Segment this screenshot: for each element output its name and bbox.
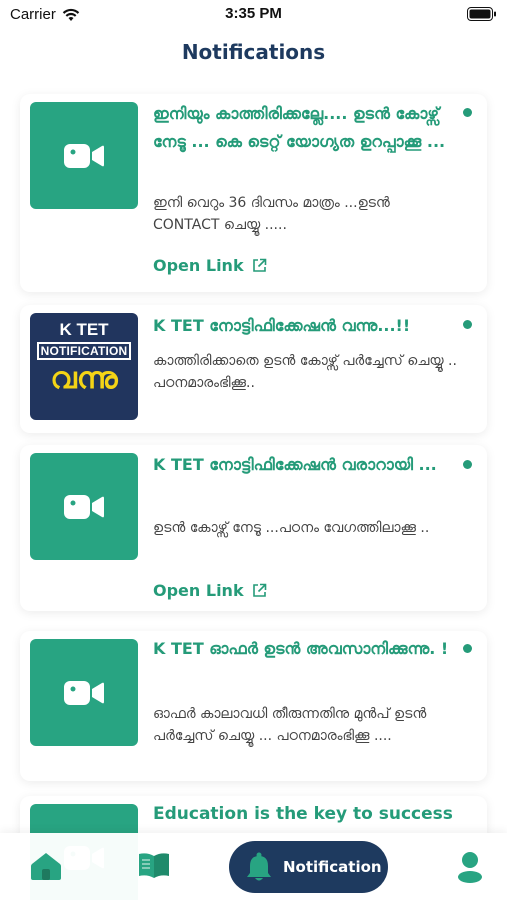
battery-icon <box>467 7 496 21</box>
notification-title: K TET നോട്ടിഫിക്കേഷൻ വന്നു...!! <box>153 316 411 335</box>
notification-card[interactable]: K TET NOTIFICATION വന്നു K TET നോട്ടിഫിക… <box>20 305 487 433</box>
book-icon <box>139 853 169 878</box>
nav-courses[interactable] <box>136 849 172 883</box>
video-camera-icon <box>64 143 104 168</box>
notification-title: Education is the key to success <box>153 804 453 824</box>
nav-profile[interactable] <box>452 849 488 885</box>
video-camera-icon <box>64 680 104 705</box>
open-link[interactable]: Open Link <box>153 256 267 275</box>
notification-body: ഉടൻ കോഴ്സ് നേടൂ ...പഠനം വേഗത്തിലാക്കൂ .. <box>153 520 430 536</box>
nav-home[interactable] <box>28 849 64 883</box>
bell-icon <box>247 852 271 881</box>
bottom-nav: Notification <box>0 833 507 900</box>
video-thumbnail[interactable] <box>30 102 138 209</box>
notification-title: K TET നോട്ടിഫിക്കേഷൻ വരാറായി ... <box>153 455 437 474</box>
banner-thumbnail[interactable]: K TET NOTIFICATION വന്നു <box>30 313 138 420</box>
page-title: Notifications <box>181 40 326 64</box>
unread-dot <box>463 460 472 469</box>
unread-dot <box>463 644 472 653</box>
status-bar: Carrier 3:35 PM <box>0 0 507 30</box>
external-link-icon <box>252 583 266 597</box>
open-link-label: Open Link <box>153 256 244 275</box>
video-thumbnail[interactable] <box>30 639 138 746</box>
notification-body: ഓഫർ കാലാവധി തീരുന്നതിനു മുൻപ് ഉടൻ പർച്ചേ… <box>153 706 427 744</box>
banner-line-1: K TET <box>59 320 109 339</box>
notification-title: ഇനിയും കാത്തിരിക്കല്ലേ.... ഉടൻ കോഴ്സ് നേ… <box>153 104 446 151</box>
open-link-label: Open Link <box>153 581 244 600</box>
open-link[interactable]: Open Link <box>153 581 267 600</box>
unread-dot <box>463 108 472 117</box>
banner-line-2: NOTIFICATION <box>36 342 132 360</box>
nav-notification-label: Notification <box>283 858 382 876</box>
notification-card[interactable]: ഇനിയും കാത്തിരിക്കല്ലേ.... ഉടൻ കോഴ്സ് നേ… <box>20 94 487 292</box>
notification-title: K TET ഓഫർ ഉടൻ അവസാനിക്കുന്നു. ! <box>153 639 449 658</box>
home-icon <box>31 853 61 880</box>
external-link-icon <box>252 258 266 272</box>
unread-dot <box>463 320 472 329</box>
notification-body: ഇനി വെറും 36 ദിവസം മാത്രം ...ഉടൻ CONTACT… <box>153 195 390 233</box>
notification-card[interactable]: K TET നോട്ടിഫിക്കേഷൻ വരാറായി ... ഉടൻ കോഴ… <box>20 445 487 611</box>
video-camera-icon <box>64 494 104 519</box>
nav-notification-active[interactable]: Notification <box>229 841 388 893</box>
status-time: 3:35 PM <box>225 5 282 22</box>
notification-body: കാത്തിരിക്കാതെ ഉടൻ കോഴ്സ് പർച്ചേസ് ചെയ്യ… <box>153 353 457 391</box>
video-thumbnail[interactable] <box>30 453 138 560</box>
banner-line-3: വന്നു <box>50 361 118 396</box>
profile-icon <box>458 852 482 883</box>
notification-card[interactable]: K TET ഓഫർ ഉടൻ അവസാനിക്കുന്നു. ! ഓഫർ കാലാ… <box>20 631 487 781</box>
